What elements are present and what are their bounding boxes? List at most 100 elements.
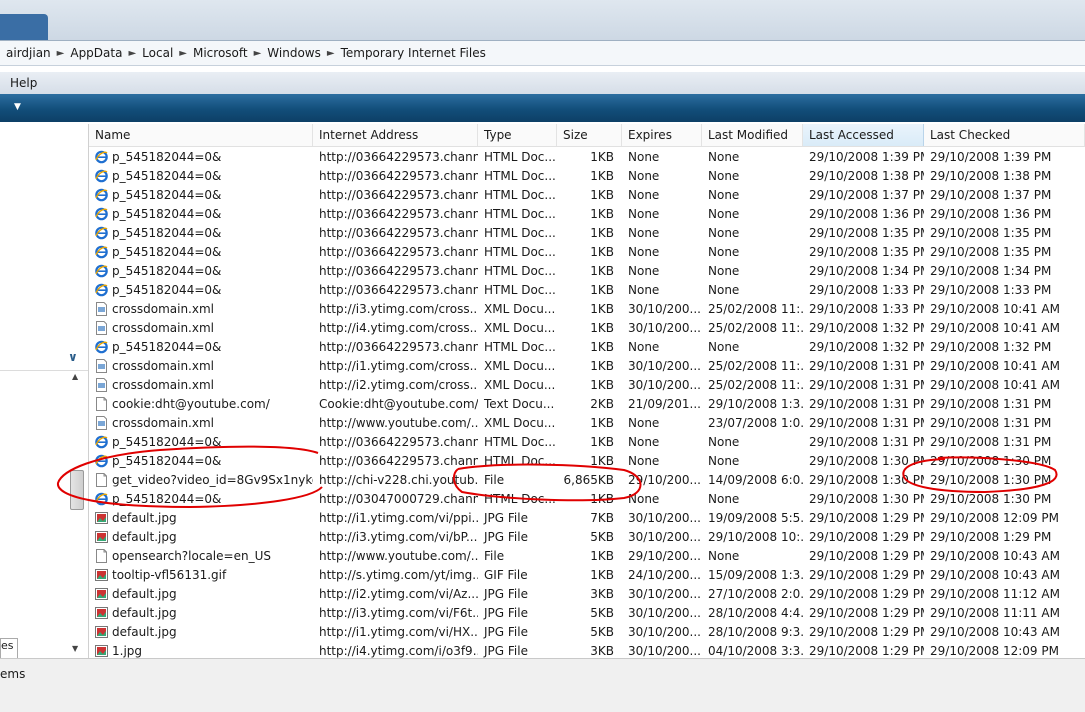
ie-document-icon — [95, 226, 108, 240]
table-row[interactable]: p_545182044=0& http://03664229573.chann..… — [89, 452, 1085, 471]
breadcrumb-separator-icon[interactable]: ► — [128, 48, 136, 59]
scroll-down-icon[interactable]: ▼ — [72, 644, 78, 653]
table-row[interactable]: default.jpg http://i1.ytimg.com/vi/HX... J… — [89, 623, 1085, 642]
toolbar-dropdown-icon[interactable]: ▼ — [14, 102, 21, 112]
table-row[interactable]: default.jpg http://i3.ytimg.com/vi/F6t...… — [89, 604, 1085, 623]
cell-size: 1KB — [557, 414, 622, 433]
header-col-expires[interactable]: Expires — [622, 124, 702, 146]
cell-text: 29/10/2008 12:09 PM — [930, 511, 1059, 525]
cell-last-checked: 29/10/2008 10:41 AM — [924, 357, 1085, 376]
ie-document-icon — [95, 283, 108, 297]
breadcrumb-item[interactable]: Microsoft — [187, 46, 254, 60]
breadcrumb-item[interactable]: Temporary Internet Files — [335, 46, 492, 60]
breadcrumb-item[interactable]: airdjian — [0, 46, 57, 60]
header-col-last-checked[interactable]: Last Checked — [924, 124, 1085, 146]
cell-last-modified: None — [702, 262, 803, 281]
cell-text: 29/10/2008 1:38 PM — [809, 169, 924, 183]
cell-expires: 30/10/200... — [622, 376, 702, 395]
cell-internet-address: Cookie:dht@youtube.com/ — [313, 395, 478, 414]
cell-text: HTML Doc... — [484, 245, 556, 259]
cell-size: 1KB — [557, 319, 622, 338]
cell-text: p_545182044=0& — [112, 245, 222, 259]
cell-text: 2KB — [590, 397, 614, 411]
table-row[interactable]: crossdomain.xml http://www.youtube.com/..… — [89, 414, 1085, 433]
cell-text: http://s.ytimg.com/yt/img... — [319, 568, 478, 582]
cell-text: 24/10/200... — [628, 568, 701, 582]
cell-text: 3KB — [590, 587, 614, 601]
cell-internet-address: http://03664229573.chann... — [313, 338, 478, 357]
cell-last-modified: None — [702, 281, 803, 300]
cell-text: 29/10/2008 11:12 AM — [930, 587, 1060, 601]
table-row[interactable]: crossdomain.xml http://i3.ytimg.com/cross… — [89, 300, 1085, 319]
cell-text: JPG File — [484, 530, 528, 544]
table-row[interactable]: p_545182044=0& http://03664229573.chann..… — [89, 224, 1085, 243]
toolbar: ▼ — [0, 94, 1085, 122]
table-row[interactable]: default.jpg http://i2.ytimg.com/vi/Az... J… — [89, 585, 1085, 604]
cell-name: p_545182044=0& — [89, 452, 313, 471]
navigation-scrollbar[interactable]: ▲ ▼ — [69, 372, 84, 656]
cell-last-modified: None — [702, 338, 803, 357]
table-row[interactable]: p_545182044=0& http://03664229573.chann..… — [89, 262, 1085, 281]
cell-text: Cookie:dht@youtube.com/ — [319, 397, 478, 411]
breadcrumb-item[interactable]: Windows — [261, 46, 327, 60]
cell-text: http://i2.ytimg.com/cross... — [319, 378, 478, 392]
table-row[interactable]: p_545182044=0& http://03664229573.chann..… — [89, 433, 1085, 452]
table-row[interactable]: p_545182044=0& http://03664229573.chann..… — [89, 281, 1085, 300]
header-col-last-modified[interactable]: Last Modified — [702, 124, 803, 146]
header-col-size[interactable]: Size — [557, 124, 622, 146]
header-col-last-accessed[interactable]: Last Accessed — [803, 124, 924, 146]
cell-text: default.jpg — [112, 625, 177, 639]
cell-text: 21/09/201... — [628, 397, 701, 411]
cell-text: 29/10/2008 1:29 PM — [809, 606, 924, 620]
breadcrumb-separator-icon[interactable]: ► — [57, 48, 65, 59]
cell-text: 29/10/2008 10:43 AM — [930, 625, 1060, 639]
table-row[interactable]: cookie:dht@youtube.com/Cookie:dht@youtub… — [89, 395, 1085, 414]
table-row[interactable]: p_545182044=0& http://03664229573.chann..… — [89, 148, 1085, 167]
cell-text: http://03664229573.chann... — [319, 188, 478, 202]
table-row[interactable]: p_545182044=0& http://03664229573.chann..… — [89, 243, 1085, 262]
cell-internet-address: http://i4.ytimg.com/i/o3f9... — [313, 642, 478, 658]
address-bar[interactable]: airdjian ► AppData ► Local ► Microsoft ► Windows… — [0, 41, 1085, 66]
cell-text: XML Docu... — [484, 378, 556, 392]
breadcrumb-separator-icon[interactable]: ► — [327, 48, 335, 59]
cell-text: http://i2.ytimg.com/vi/Az... — [319, 587, 478, 601]
table-row[interactable]: p_545182044=0& http://03047000729.chann..… — [89, 490, 1085, 509]
table-row[interactable]: default.jpg http://i3.ytimg.com/vi/bP... J… — [89, 528, 1085, 547]
cell-text: None — [628, 492, 660, 506]
chevron-down-icon[interactable]: ∨ — [68, 350, 78, 364]
breadcrumb-separator-icon[interactable]: ► — [179, 48, 187, 59]
cell-last-checked: 29/10/2008 1:31 PM — [924, 433, 1085, 452]
scroll-thumb[interactable] — [70, 470, 84, 510]
cell-size: 3KB — [557, 585, 622, 604]
cell-text: None — [628, 416, 660, 430]
table-row[interactable]: opensearch?locale=en_US http://www.youtub… — [89, 547, 1085, 566]
table-row[interactable]: default.jpg http://i1.ytimg.com/vi/ppi...… — [89, 509, 1085, 528]
table-row[interactable]: crossdomain.xml http://i2.ytimg.com/cross… — [89, 376, 1085, 395]
table-row[interactable]: p_545182044=0& http://03664229573.chann..… — [89, 205, 1085, 224]
cell-type: HTML Doc... — [478, 148, 557, 167]
header-col-internet-address[interactable]: Internet Address — [313, 124, 478, 146]
cell-text: 30/10/200... — [628, 378, 701, 392]
image-file-icon — [95, 530, 108, 544]
breadcrumb-separator-icon[interactable]: ► — [254, 48, 262, 59]
cell-internet-address: http://03664229573.chann... — [313, 452, 478, 471]
table-row[interactable]: crossdomain.xml http://i4.ytimg.com/cross… — [89, 319, 1085, 338]
cell-text: http://03664229573.chann... — [319, 207, 478, 221]
table-row[interactable]: 1.jpg http://i4.ytimg.com/i/o3f9... JPG Fi… — [89, 642, 1085, 658]
cell-text: None — [628, 188, 660, 202]
header-col-name[interactable]: Name — [89, 124, 313, 146]
table-row[interactable]: p_545182044=0& http://03664229573.chann..… — [89, 338, 1085, 357]
scroll-up-icon[interactable]: ▲ — [72, 372, 78, 381]
table-row[interactable]: get_video?video_id=8Gv9Sx1nyko... http://… — [89, 471, 1085, 490]
navigation-tab[interactable]: es — [0, 638, 18, 660]
breadcrumb-item[interactable]: AppData — [64, 46, 128, 60]
ie-document-icon — [95, 150, 108, 164]
table-row[interactable]: crossdomain.xml http://i1.ytimg.com/cross… — [89, 357, 1085, 376]
table-row[interactable]: p_545182044=0& http://03664229573.chann..… — [89, 186, 1085, 205]
cell-last-modified: None — [702, 452, 803, 471]
menu-help[interactable]: Help — [0, 76, 47, 90]
breadcrumb-item[interactable]: Local — [136, 46, 179, 60]
header-col-type[interactable]: Type — [478, 124, 557, 146]
table-row[interactable]: tooltip-vfl56131.gif http://s.ytimg.com/y… — [89, 566, 1085, 585]
table-row[interactable]: p_545182044=0& http://03664229573.chann..… — [89, 167, 1085, 186]
